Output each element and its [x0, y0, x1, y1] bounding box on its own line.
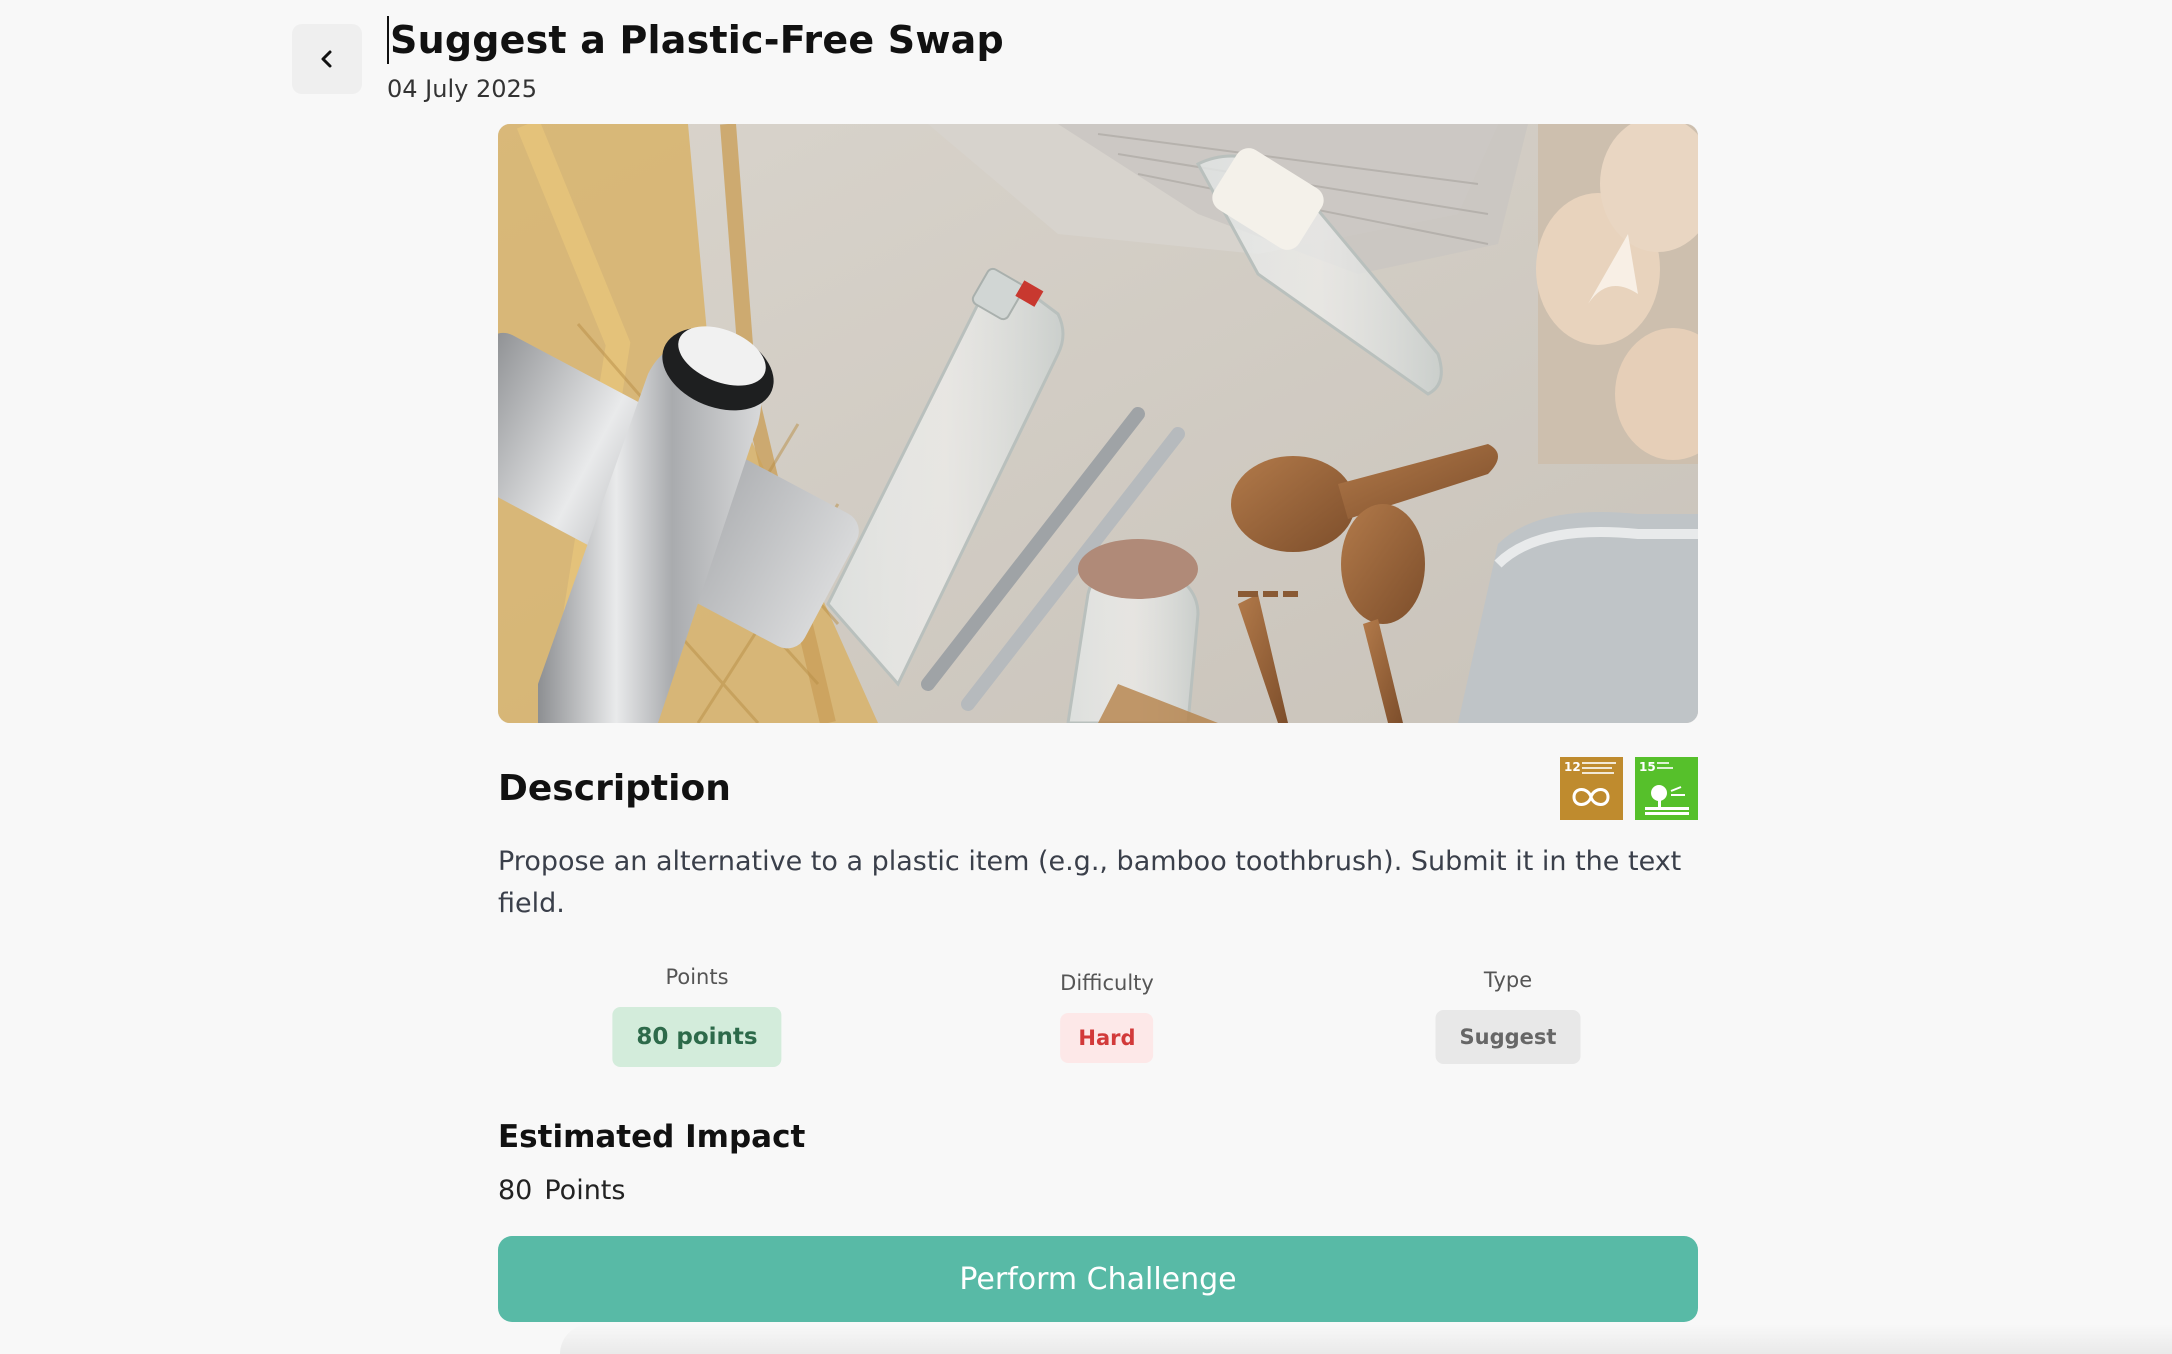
- sdg-15-badge-icon[interactable]: 15: [1635, 756, 1698, 820]
- impact-unit: Points: [544, 1175, 626, 1206]
- type-label: Type: [1483, 968, 1533, 992]
- header: Suggest a Plastic-Free Swap 04 July 2025: [387, 15, 1004, 103]
- points-label: Points: [665, 965, 729, 989]
- points-badge: 80 points: [612, 1007, 782, 1067]
- description-heading: Description: [498, 767, 731, 809]
- challenge-stats: Points 80 points Difficulty Hard Type Su…: [498, 965, 1698, 1085]
- difficulty-stat: Difficulty Hard: [1060, 971, 1154, 1063]
- page-title-row: Suggest a Plastic-Free Swap: [387, 15, 1004, 67]
- difficulty-label: Difficulty: [1060, 971, 1154, 995]
- points-stat: Points 80 points: [612, 965, 782, 1067]
- text-cursor: [387, 15, 389, 64]
- hero-image: [498, 124, 1698, 723]
- svg-text:12: 12: [1564, 760, 1581, 774]
- bottom-sheet-edge: [560, 1324, 2172, 1354]
- description-header: Description 12 15: [498, 756, 1698, 820]
- challenge-date: 04 July 2025: [387, 74, 538, 103]
- difficulty-badge: Hard: [1060, 1013, 1154, 1063]
- back-button[interactable]: [292, 24, 362, 94]
- main-content: Description 12 15 Propose an alternative…: [498, 124, 1698, 1206]
- impact-heading: Estimated Impact: [498, 1119, 806, 1155]
- sdg-12-badge-icon[interactable]: 12: [1560, 756, 1623, 820]
- type-badge: Suggest: [1435, 1010, 1581, 1064]
- perform-challenge-button[interactable]: Perform Challenge: [498, 1236, 1698, 1322]
- sdg-badges: 12 15: [1560, 756, 1698, 820]
- impact-number: 80: [498, 1175, 533, 1206]
- svg-text:15: 15: [1639, 760, 1656, 774]
- description-text: Propose an alternative to a plastic item…: [498, 846, 1682, 919]
- impact-value: 80 Points: [498, 1175, 1698, 1206]
- type-stat: Type Suggest: [1435, 968, 1581, 1064]
- challenge-detail-page: Suggest a Plastic-Free Swap 04 July 2025: [0, 0, 2172, 1354]
- chevron-left-icon: [321, 50, 332, 68]
- page-title: Suggest a Plastic-Free Swap: [390, 18, 1004, 62]
